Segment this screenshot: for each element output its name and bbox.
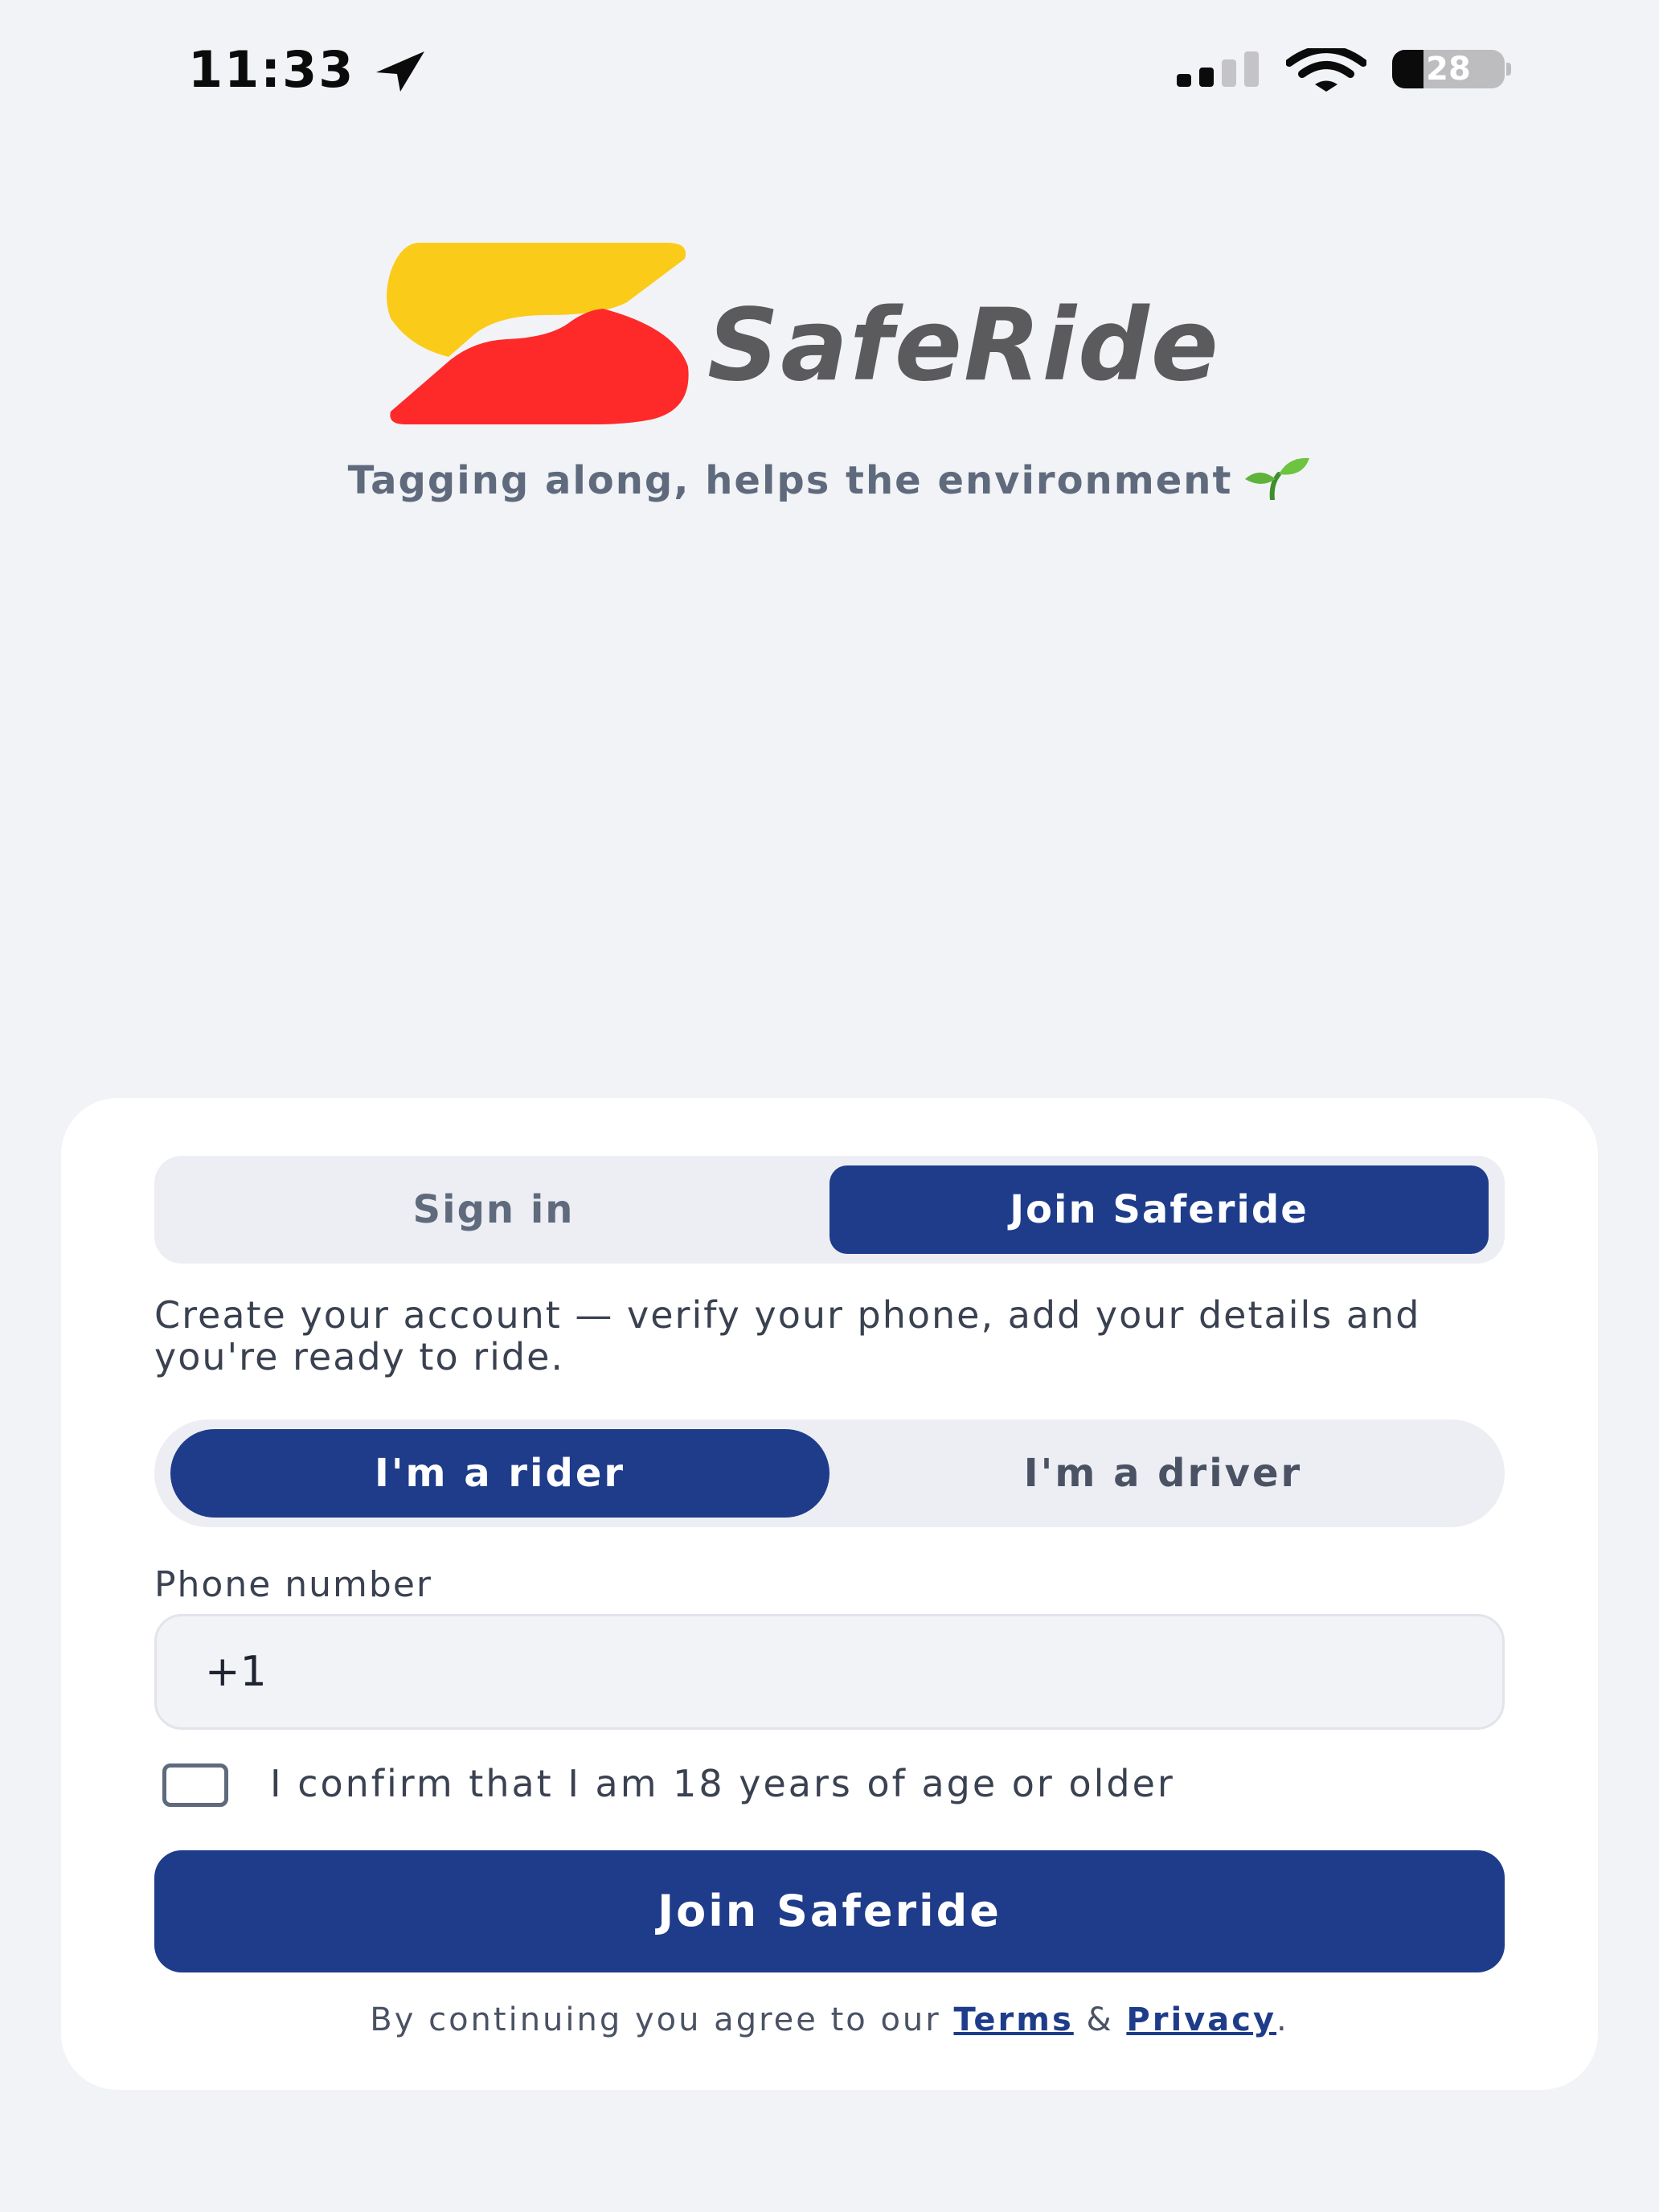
- tagline: Tagging along, helps the environment: [0, 455, 1659, 503]
- status-time: 11:33: [188, 40, 355, 99]
- age-confirm-label[interactable]: I confirm that I am 18 years of age or o…: [270, 1762, 1175, 1805]
- tab-sign-in[interactable]: Sign in: [164, 1165, 823, 1254]
- legal-notice: By continuing you agree to our Terms & P…: [61, 2001, 1598, 2038]
- tab-join-saferide[interactable]: Join Saferide: [830, 1165, 1489, 1254]
- join-saferide-button[interactable]: Join Saferide: [154, 1850, 1505, 1972]
- auth-card: Sign in Join Saferide Create your accoun…: [61, 1098, 1598, 2090]
- saferide-logo-icon: [387, 243, 689, 424]
- intro-text: Create your account — verify your phone,…: [154, 1293, 1421, 1378]
- cellular-signal-icon: [1177, 51, 1259, 87]
- rider-option-button[interactable]: I'm a rider: [170, 1429, 830, 1518]
- legal-suffix: .: [1276, 2001, 1289, 2038]
- phone-number-label: Phone number: [154, 1564, 433, 1605]
- legal-separator: &: [1086, 2001, 1114, 2038]
- battery-cap: [1506, 63, 1511, 76]
- status-bar: 11:33 28: [0, 0, 1659, 137]
- role-toggle: I'm a rider I'm a driver: [154, 1419, 1505, 1527]
- driver-option-button[interactable]: I'm a driver: [838, 1429, 1489, 1518]
- battery-body: 28: [1392, 50, 1505, 88]
- battery-icon: 28: [1392, 50, 1511, 88]
- privacy-link[interactable]: Privacy: [1126, 2001, 1276, 2038]
- battery-percent: 28: [1426, 51, 1471, 88]
- phone-number-input[interactable]: [154, 1614, 1505, 1730]
- wifi-icon: [1286, 48, 1366, 92]
- location-arrow-icon: [376, 51, 424, 92]
- brand-wordmark: SafeRide: [707, 288, 1220, 403]
- terms-link[interactable]: Terms: [953, 2001, 1073, 2038]
- legal-prefix: By continuing you agree to our: [370, 2001, 941, 2038]
- tagline-text: Tagging along, helps the environment: [347, 458, 1233, 503]
- seedling-icon: [1245, 457, 1310, 500]
- auth-tab-switcher: Sign in Join Saferide: [154, 1156, 1505, 1264]
- age-confirm-checkbox[interactable]: [162, 1763, 228, 1807]
